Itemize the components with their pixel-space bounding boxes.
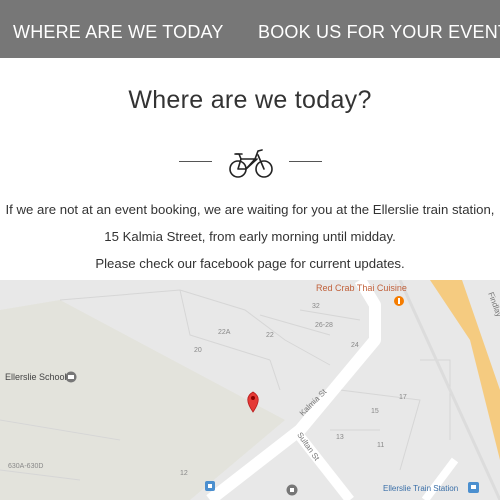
kalmia-street[interactable]	[206, 280, 381, 500]
location-section: Where are we today? If we are not at an …	[0, 58, 500, 280]
map-embed[interactable]: Red Crab Thai Cuisine Ellerslie School E…	[0, 280, 500, 500]
location-paragraph-3: Please check our facebook page for curre…	[95, 256, 405, 271]
place-marker-icon[interactable]	[286, 484, 298, 496]
lot-number: 11	[377, 442, 385, 449]
location-paragraph-2: 15 Kalmia Street, from early morning unt…	[104, 229, 396, 244]
bicycle-icon	[229, 149, 273, 178]
station-road	[421, 457, 459, 500]
restaurant-icon[interactable]	[394, 296, 404, 306]
lot-number: 12	[180, 470, 188, 477]
map-canvas[interactable]	[0, 280, 500, 500]
lot-number: 17	[399, 394, 407, 401]
lot-number: 22	[266, 332, 274, 339]
divider-rule-left	[179, 161, 212, 162]
lot-number: 630A-630D	[8, 463, 44, 470]
poi-label-school[interactable]: Ellerslie School	[5, 372, 67, 382]
location-paragraph-1: If we are not at an event booking, we ar…	[5, 202, 495, 217]
lot-number: 24	[351, 342, 359, 349]
lot-number: 26-28	[315, 322, 333, 329]
top-navigation: WHERE ARE WE TODAY BOOK US FOR YOUR EVEN…	[0, 0, 500, 58]
poi-label-restaurant[interactable]: Red Crab Thai Cuisine	[316, 283, 407, 293]
nav-link-where-are-we-today[interactable]: WHERE ARE WE TODAY	[13, 22, 224, 43]
lot-number: 15	[371, 408, 379, 415]
poi-label-station[interactable]: Ellerslie Train Station	[383, 484, 458, 493]
train-icon[interactable]	[468, 482, 479, 493]
divider-rule-right	[289, 161, 322, 162]
lot-number: 32	[312, 303, 320, 310]
page-title: Where are we today?	[128, 86, 372, 114]
nav-link-book-us[interactable]: BOOK US FOR YOUR EVENT	[258, 22, 500, 43]
bus-stop-icon[interactable]	[205, 481, 215, 491]
lot-number: 20	[194, 347, 202, 354]
title-divider	[0, 142, 500, 182]
lot-number: 13	[336, 434, 344, 441]
school-icon[interactable]	[65, 371, 77, 383]
lot-number: 22A	[218, 329, 231, 336]
